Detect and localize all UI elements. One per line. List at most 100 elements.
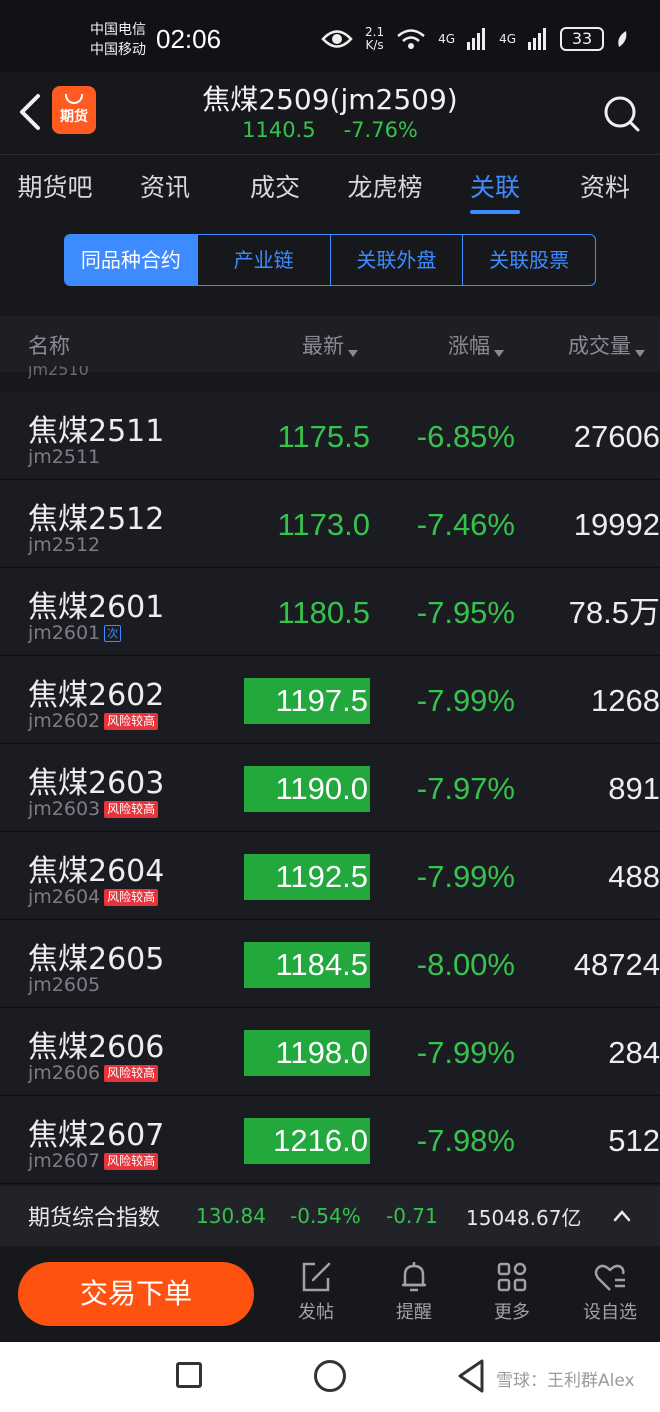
index-bar[interactable]: 期货综合指数 130.84 -0.54% -0.71 15048.67亿 <box>0 1186 660 1246</box>
contract-code: jm2601 次 <box>28 622 122 644</box>
eye-icon <box>321 30 353 48</box>
contract-code: jm2604 风险较高 <box>28 886 159 908</box>
segment-same-variety[interactable]: 同品种合约 <box>65 235 198 285</box>
system-nav-bar: 雪球：王利群Alex <box>0 1342 660 1412</box>
volume: 1268 <box>591 683 660 718</box>
index-amount: 15048.67亿 <box>466 1205 582 1230</box>
tab-dragon-tiger[interactable]: 龙虎榜 <box>330 155 440 220</box>
header-quote: 1140.5 -7.76% <box>0 118 660 142</box>
net-speed: 2.1 K/s <box>365 25 385 52</box>
tab-related[interactable]: 关联 <box>440 155 550 220</box>
segment-control: 同品种合约 产业链 关联外盘 关联股票 <box>64 234 596 286</box>
post-button[interactable]: 发帖 <box>276 1260 356 1324</box>
risk-badge: 风险较高 <box>104 800 159 818</box>
sort-icon <box>348 350 358 357</box>
change-pct: -7.99% <box>416 1035 515 1070</box>
latest-price: 1216.0 <box>244 1118 370 1164</box>
table-row[interactable]: 焦煤2606 jm2606 风险较高 1198.0 -7.99% 284 <box>0 1008 660 1096</box>
index-value: 130.84 <box>196 1204 266 1228</box>
edit-icon <box>302 1262 331 1292</box>
table-row[interactable]: 焦煤2511 jm2511 1175.5 -6.85% 27606 <box>0 392 660 480</box>
table-row[interactable]: 焦煤2604 jm2604 风险较高 1192.5 -7.99% 488 <box>0 832 660 920</box>
latest-price: 1175.5 <box>277 419 370 454</box>
change-pct: -7.46% <box>416 507 515 542</box>
risk-badge: 风险较高 <box>104 712 159 730</box>
latest-price: 1197.5 <box>244 678 370 724</box>
risk-badge: 风险较高 <box>104 888 159 906</box>
watermark: 雪球：王利群Alex <box>496 1371 635 1391</box>
table-row[interactable]: 焦煤2603 jm2603 风险较高 1190.0 -7.97% 891 <box>0 744 660 832</box>
clock: 02:06 <box>156 24 222 54</box>
contract-name: 焦煤2602 <box>28 678 165 713</box>
table-row[interactable]: 焦煤2607 jm2607 风险较高 1216.0 -7.98% 512 <box>0 1096 660 1184</box>
volume: 27606 <box>573 419 660 454</box>
segment-related-stocks[interactable]: 关联股票 <box>463 235 595 285</box>
alert-button[interactable]: 提醒 <box>374 1260 454 1324</box>
page-title: 焦煤2509(jm2509) <box>202 83 458 116</box>
table-row[interactable]: 焦煤2512 jm2512 1173.0 -7.46% 19992 <box>0 480 660 568</box>
contract-code: jm2605 <box>28 974 101 996</box>
segment-industry-chain[interactable]: 产业链 <box>198 235 331 285</box>
tab-bar: 期货吧 资讯 成交 龙虎榜 关联 资料 <box>0 154 660 220</box>
segment-foreign-markets[interactable]: 关联外盘 <box>331 235 464 285</box>
search-icon[interactable] <box>602 94 642 134</box>
tab-news[interactable]: 资讯 <box>110 155 220 220</box>
contract-name: 焦煤2607 <box>28 1118 165 1153</box>
change-pct: -7.99% <box>416 859 515 894</box>
volume: 284 <box>608 1035 660 1070</box>
tab-profile[interactable]: 资料 <box>550 155 660 220</box>
home-icon[interactable] <box>314 1360 346 1392</box>
chevron-up-icon[interactable] <box>612 1206 632 1226</box>
recent-apps-icon[interactable] <box>176 1362 202 1388</box>
latest-price: 1173.0 <box>277 507 370 542</box>
change-pct: -6.85% <box>416 419 515 454</box>
volume: 488 <box>608 859 660 894</box>
contract-name: 焦煤2601 <box>28 590 165 625</box>
sort-icon <box>494 350 504 357</box>
volume: 512 <box>608 1123 660 1158</box>
header: 期货 焦煤2509(jm2509) 1140.5 -7.76% <box>0 72 660 154</box>
contract-code: jm2607 风险较高 <box>28 1150 159 1172</box>
col-volume[interactable]: 成交量 <box>568 330 645 360</box>
latest-price: 1184.5 <box>244 942 370 988</box>
contract-code: jm2602 风险较高 <box>28 710 159 732</box>
volume: 48724 <box>573 947 660 982</box>
signal-bars-icon-2 <box>528 28 546 50</box>
status-icons: 2.1 K/s 4G 4G 33 <box>321 26 628 52</box>
col-price[interactable]: 最新 <box>302 330 358 360</box>
latest-price: 1190.0 <box>244 766 370 812</box>
contract-name: 焦煤2512 <box>28 502 165 537</box>
more-button[interactable]: 更多 <box>472 1260 552 1324</box>
risk-badge: 风险较高 <box>104 1152 159 1170</box>
contract-code: jm2603 风险较高 <box>28 798 159 820</box>
signal-4g-icon: 4G <box>438 32 456 46</box>
volume: 891 <box>608 771 660 806</box>
change-pct: -7.98% <box>416 1123 515 1158</box>
trade-order-button[interactable]: 交易下单 <box>18 1262 254 1326</box>
contract-list: 焦煤2511 jm2511 1175.5 -6.85% 27606 焦煤2512 jm251… <box>0 392 660 1184</box>
latest-price: 1180.5 <box>277 595 370 630</box>
carrier-info: 中国电信 中国移动 <box>90 22 146 58</box>
index-pct: -0.54% <box>290 1204 361 1228</box>
signal-bars-icon <box>467 28 486 50</box>
table-header: 名称 最新 涨幅 成交量 <box>0 316 660 372</box>
add-watchlist-button[interactable]: 设自选 <box>570 1260 650 1324</box>
segment-area: 同品种合约 产业链 关联外盘 关联股票 <box>0 220 660 316</box>
tab-trades[interactable]: 成交 <box>220 155 330 220</box>
change-pct: -7.97% <box>416 771 515 806</box>
battery-icon: 33 <box>560 27 604 51</box>
change-pct: -8.00% <box>416 947 515 982</box>
risk-badge: 风险较高 <box>104 1064 159 1082</box>
table-row[interactable]: 焦煤2602 jm2602 风险较高 1197.5 -7.99% 1268 <box>0 656 660 744</box>
contract-name: 焦煤2604 <box>28 854 165 889</box>
table-row[interactable]: 焦煤2605 jm2605 1184.5 -8.00% 48724 <box>0 920 660 1008</box>
col-change[interactable]: 涨幅 <box>448 330 504 360</box>
partial-row-code: jm2510 <box>28 366 89 379</box>
nav-back-icon[interactable] <box>456 1358 486 1394</box>
bell-icon <box>402 1262 426 1292</box>
contract-name: 焦煤2511 <box>28 414 165 449</box>
table-row[interactable]: 焦煤2601 jm2601 次 1180.5 -7.95% 78.5万 <box>0 568 660 656</box>
index-name: 期货综合指数 <box>28 1206 161 1231</box>
tab-forum[interactable]: 期货吧 <box>0 155 110 220</box>
status-bar: 中国电信 中国移动 02:06 2.1 K/s 4G 4G 33 <box>0 0 660 72</box>
